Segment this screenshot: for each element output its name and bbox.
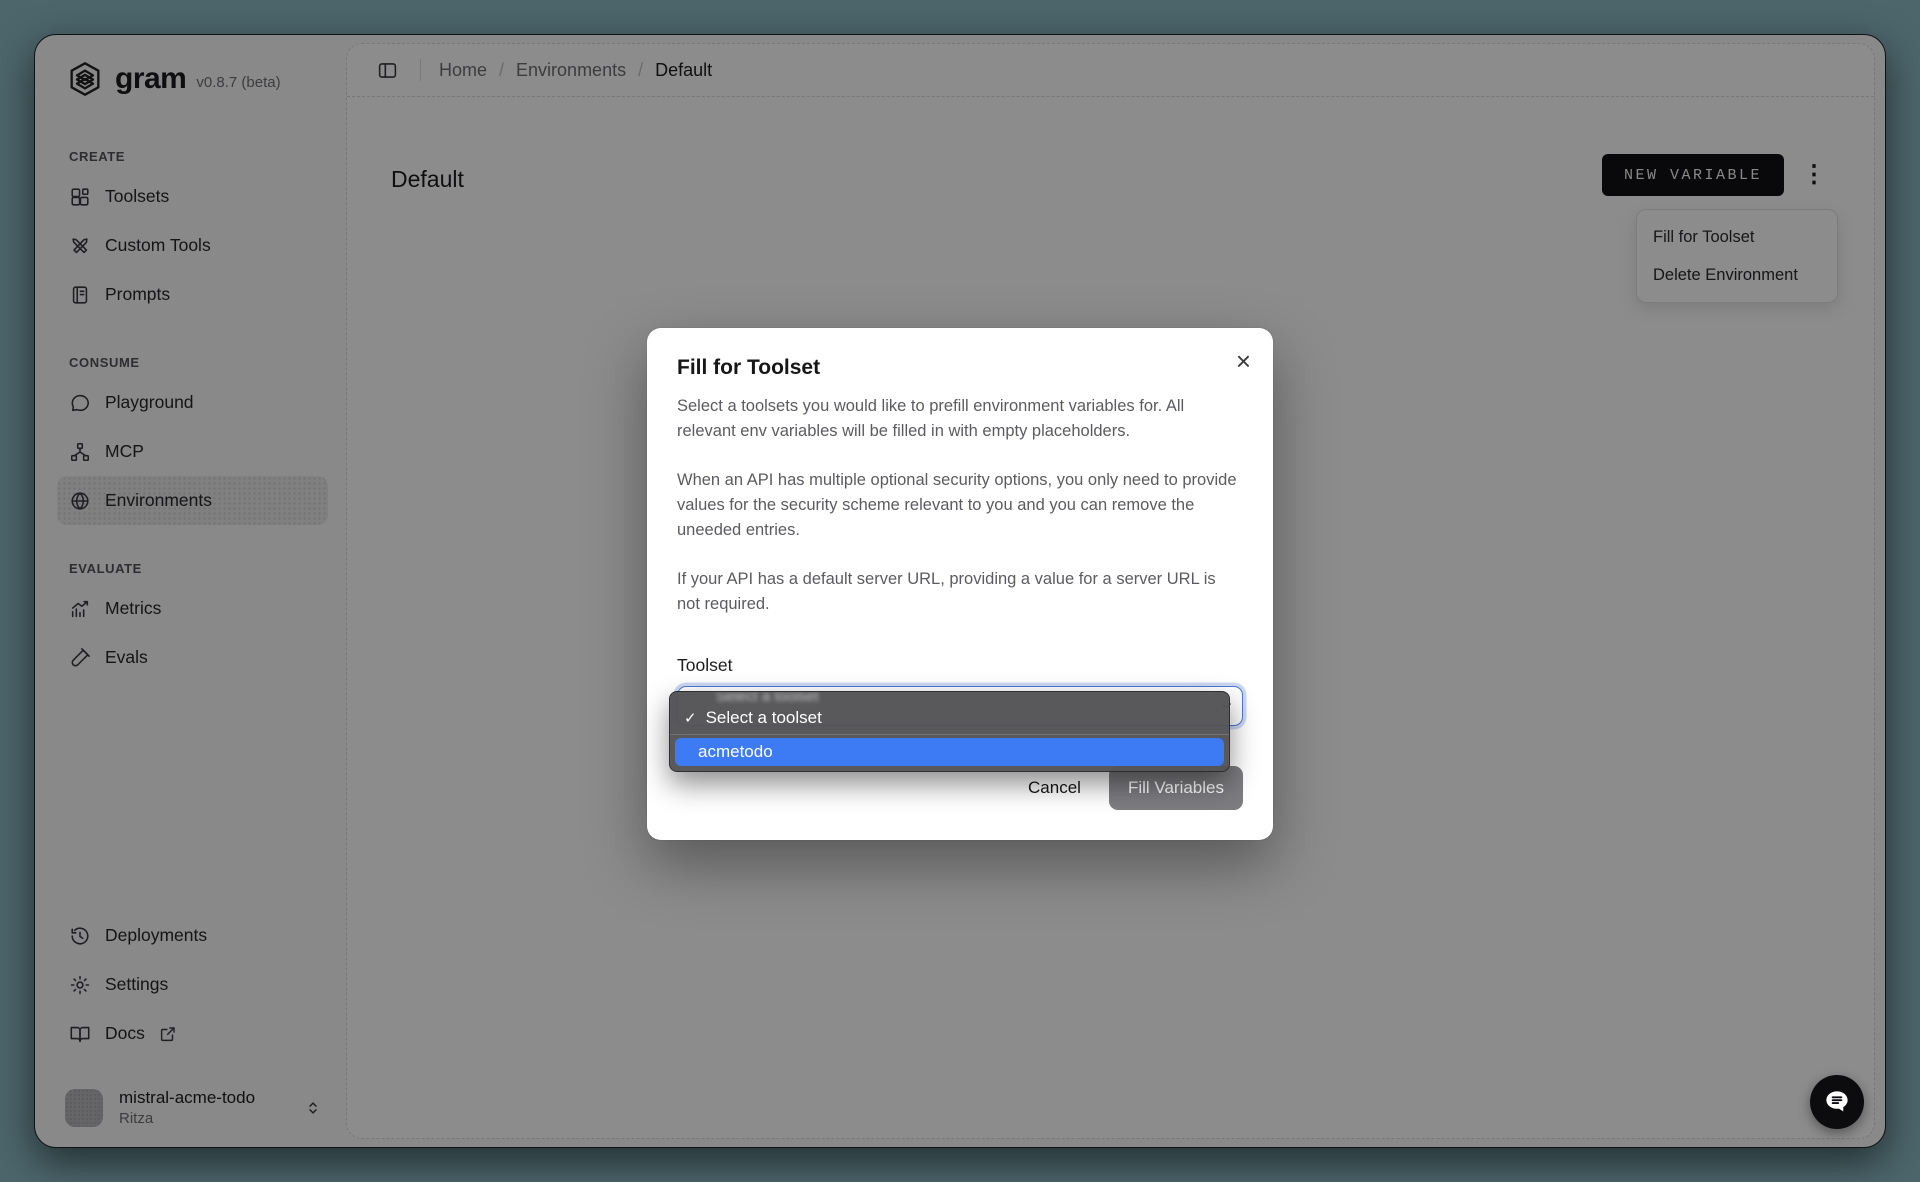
dialog-footer: Cancel Fill Variables: [677, 766, 1243, 810]
dropdown-option-label: Select a toolset: [706, 708, 822, 728]
chat-bubble-icon: [1822, 1087, 1852, 1117]
dialog-title: Fill for Toolset: [677, 356, 1243, 380]
close-icon[interactable]: ×: [1236, 348, 1251, 374]
dialog-description: When an API has multiple optional securi…: [677, 468, 1243, 543]
dialog-description: If your API has a default server URL, pr…: [677, 567, 1243, 617]
fill-variables-button[interactable]: Fill Variables: [1109, 766, 1243, 810]
dropdown-option-acmetodo[interactable]: acmetodo: [675, 738, 1224, 766]
chat-support-button[interactable]: [1810, 1075, 1864, 1129]
check-icon: ✓: [684, 709, 697, 727]
select-ghost-text: Select a toolset: [670, 692, 1229, 705]
dialog-description: Select a toolsets you would like to pref…: [677, 394, 1243, 444]
dropdown-option-label: acmetodo: [698, 742, 773, 762]
toolset-field-label: Toolset: [677, 655, 1243, 676]
cancel-button[interactable]: Cancel: [1028, 778, 1081, 798]
dropdown-option-select-a-toolset[interactable]: ✓ Select a toolset: [670, 705, 1229, 735]
toolset-dropdown-popup: Select a toolset ✓ Select a toolset acme…: [669, 691, 1230, 772]
fill-for-toolset-dialog: Fill for Toolset × Select a toolsets you…: [647, 328, 1273, 840]
toolset-select-wrap: Select a toolset ✓ Select a toolset acme…: [677, 686, 1243, 726]
